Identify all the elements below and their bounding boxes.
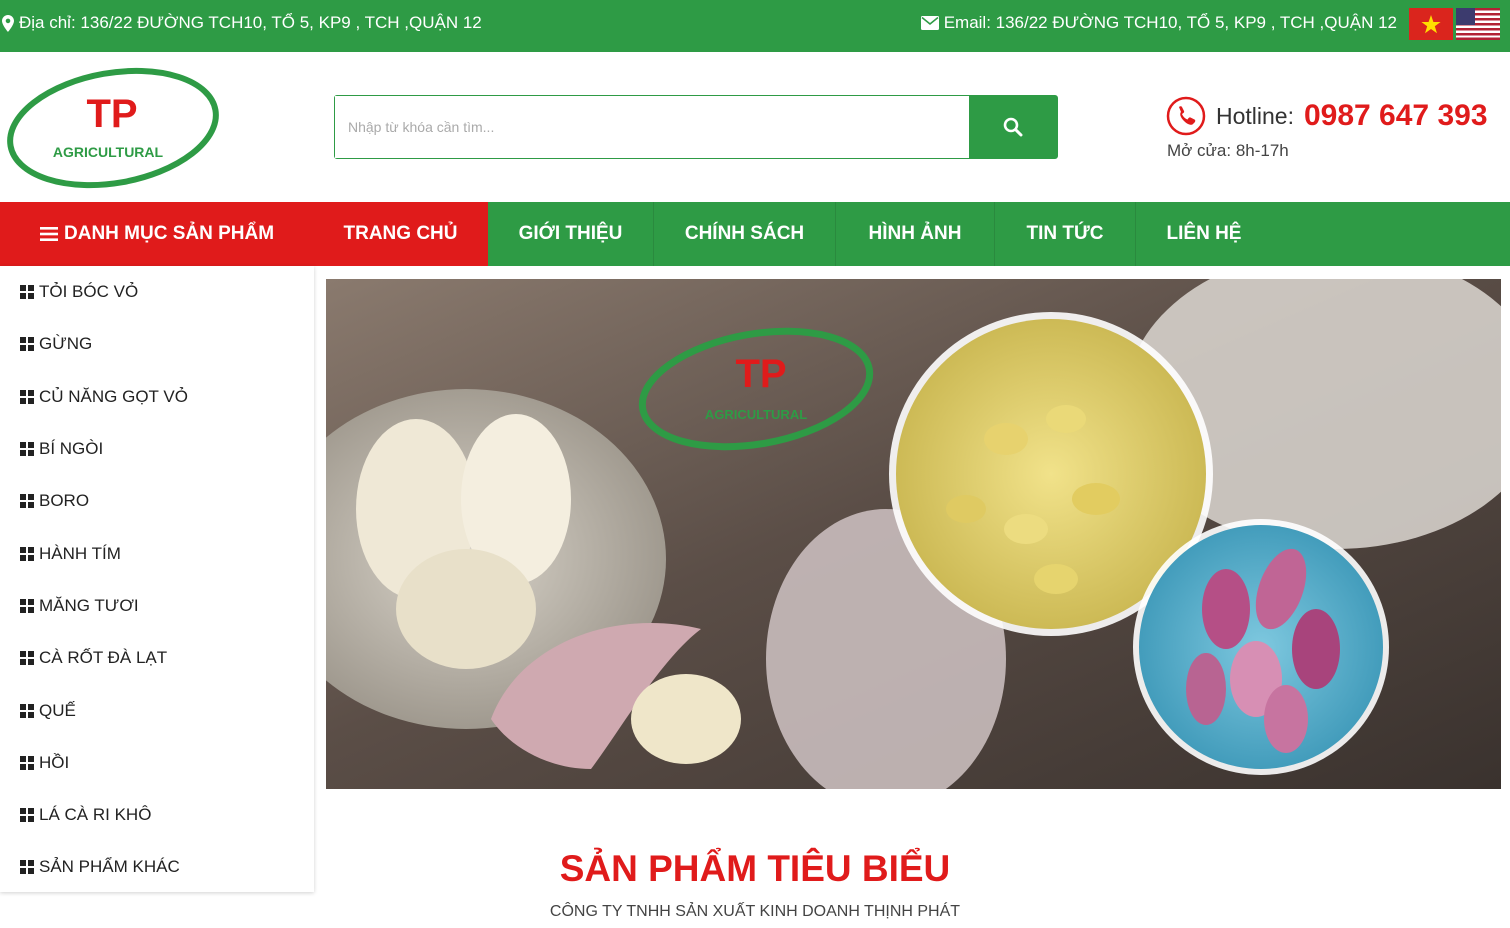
search-icon: [1003, 117, 1023, 137]
nav-item-about[interactable]: GIỚI THIỆU: [488, 202, 654, 266]
search-input[interactable]: [335, 96, 969, 158]
category-item[interactable]: TỎI BÓC VỎ: [0, 266, 314, 318]
grid-icon: [20, 494, 34, 509]
grid-icon: [20, 755, 34, 770]
grid-icon: [20, 337, 34, 352]
category-item[interactable]: HỒI: [0, 737, 314, 789]
category-item-label: CỦ NĂNG GỌT VỎ: [39, 386, 188, 406]
nav-item-home[interactable]: TRANG CHỦ: [313, 202, 488, 266]
category-item[interactable]: CỦ NĂNG GỌT VỎ: [0, 371, 314, 423]
grid-icon: [20, 703, 34, 718]
opening-hours: Mở cửa: 8h-17h: [1167, 141, 1289, 160]
hotline-label: Hotline:: [1216, 102, 1294, 129]
category-item[interactable]: MĂNG TƯƠI: [0, 580, 314, 632]
category-item[interactable]: BÍ NGÒI: [0, 423, 314, 475]
site-header: TP AGRICULTURAL Hotline: 0987 647 393 Mở…: [0, 52, 1510, 202]
category-item-label: BORO: [39, 491, 90, 511]
hotline: Hotline: 0987 647 393: [1166, 96, 1488, 136]
category-item-label: LÁ CÀ RI KHÔ: [39, 805, 152, 825]
category-menu-label: DANH MỤC SẢN PHẨM: [64, 223, 275, 244]
category-item[interactable]: LÁ CÀ RI KHÔ: [0, 789, 314, 841]
category-item-label: QUẾ: [39, 700, 76, 720]
grid-icon: [20, 442, 34, 457]
category-item[interactable]: GỪNG: [0, 318, 314, 370]
category-sidebar: TỎI BÓC VỎ GỪNG CỦ NĂNG GỌT VỎ BÍ NGÒI BORO H…: [0, 266, 314, 892]
address-text: Địa chỉ: 136/22 ĐƯỜNG TCH10, TỔ 5, KP9 ,…: [19, 13, 482, 32]
category-item-label: BÍ NGÒI: [39, 439, 104, 459]
search-button[interactable]: [969, 96, 1057, 158]
main-nav: DANH MỤC SẢN PHẨM TRANG CHỦ GIỚI THIỆU C…: [0, 202, 1510, 266]
address-info: Địa chỉ: 136/22 ĐƯỜNG TCH10, TỔ 5, KP9 ,…: [2, 13, 482, 33]
nav-item-contact[interactable]: LIÊN HỆ: [1136, 202, 1272, 266]
category-item-label: TỎI BÓC VỎ: [39, 282, 139, 302]
nav-item-gallery[interactable]: HÌNH ẢNH: [836, 202, 995, 266]
category-item-label: HÀNH TÍM: [39, 543, 121, 563]
nav-item-news[interactable]: TIN TỨC: [995, 202, 1136, 266]
logo-title: TP: [86, 92, 137, 136]
phone-icon: [1166, 96, 1206, 136]
grid-icon: [20, 598, 34, 613]
category-item-label: CÀ RỐT ĐÀ LẠT: [39, 648, 168, 668]
grid-icon: [20, 285, 34, 300]
category-item-label: MĂNG TƯƠI: [39, 595, 139, 615]
category-item-label: HỒI: [39, 752, 70, 772]
envelope-icon: [920, 16, 939, 30]
menu-icon: [40, 227, 58, 241]
search-bar: [334, 95, 1058, 159]
usa-flag-icon[interactable]: [1456, 8, 1500, 40]
banner-logo-title: TP: [735, 352, 786, 396]
category-menu-toggle[interactable]: DANH MỤC SẢN PHẨM: [0, 202, 313, 266]
grid-icon: [20, 389, 34, 404]
category-item[interactable]: CÀ RỐT ĐÀ LẠT: [0, 632, 314, 684]
category-item[interactable]: HÀNH TÍM: [0, 527, 314, 579]
grid-icon: [20, 651, 34, 666]
site-logo[interactable]: TP AGRICULTURAL: [4, 67, 222, 189]
top-bar: Địa chỉ: 136/22 ĐƯỜNG TCH10, TỔ 5, KP9 ,…: [0, 0, 1510, 52]
banner-logo-subtitle: AGRICULTURAL: [705, 407, 807, 422]
hero-banner[interactable]: TP AGRICULTURAL: [326, 279, 1501, 789]
grid-icon: [20, 546, 34, 561]
featured-title: SẢN PHẨM TIÊU BIỂU: [559, 848, 951, 889]
vietnam-flag-icon[interactable]: [1409, 8, 1453, 40]
grid-icon: [20, 808, 34, 823]
hotline-number[interactable]: 0987 647 393: [1304, 99, 1488, 133]
logo-subtitle: AGRICULTURAL: [53, 144, 164, 160]
category-item-label: GỪNG: [39, 334, 93, 354]
nav-item-policy[interactable]: CHÍNH SÁCH: [654, 202, 836, 266]
email-info: Email: 136/22 ĐƯỜNG TCH10, TỔ 5, KP9 , T…: [920, 13, 1397, 33]
category-item[interactable]: BORO: [0, 475, 314, 527]
email-text[interactable]: Email: 136/22 ĐƯỜNG TCH10, TỔ 5, KP9 , T…: [944, 13, 1397, 33]
featured-subtitle: CÔNG TY TNHH SẢN XUẤT KINH DOANH THỊNH P…: [549, 903, 961, 920]
map-pin-icon: [2, 14, 14, 32]
category-item[interactable]: QUẾ: [0, 684, 314, 736]
